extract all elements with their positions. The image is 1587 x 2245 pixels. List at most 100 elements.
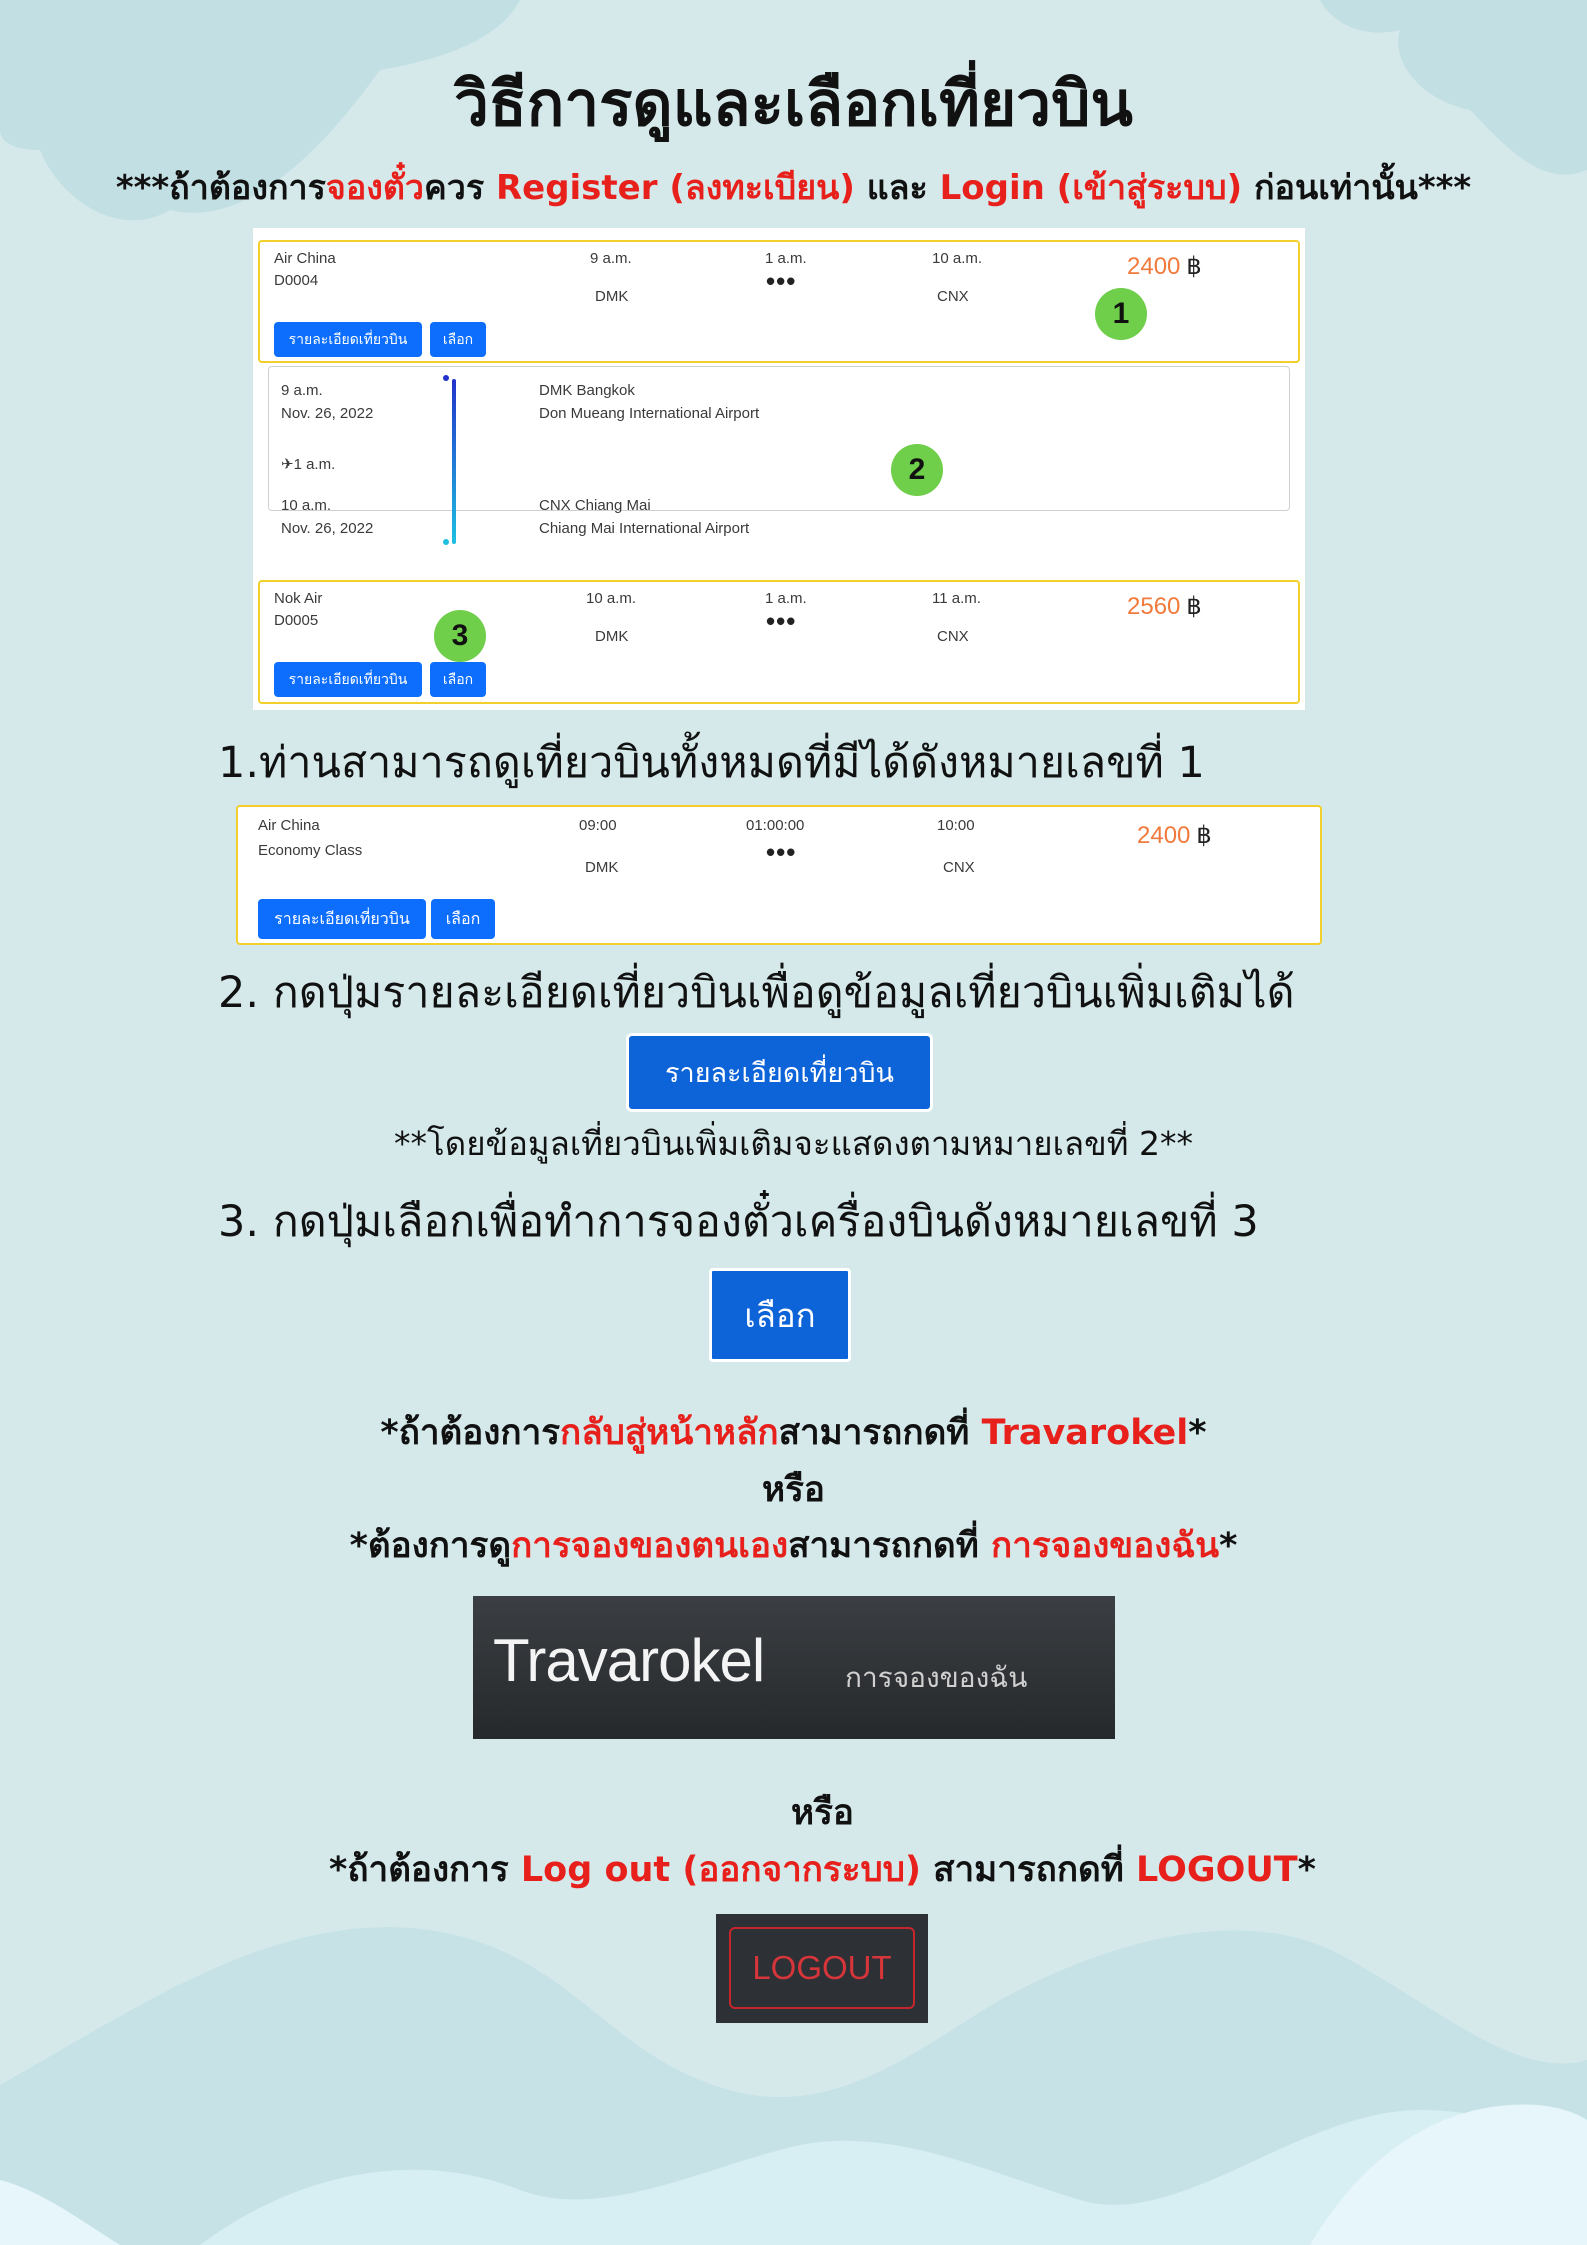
depart-airport: DMK	[595, 628, 629, 645]
arrive-time: 11 a.m.	[932, 590, 981, 607]
duration-dots-icon: •••	[766, 266, 797, 296]
instruction-text: *ถ้าต้องการ	[329, 1850, 521, 1890]
instruction-highlight: การจองของตนเอง	[511, 1526, 789, 1566]
price-value: 2560	[1127, 593, 1181, 620]
subtitle-text: ก่อนเท่านั้น***	[1242, 168, 1472, 208]
detail-arrive-airport-full: Chiang Mai International Airport	[539, 520, 750, 537]
airline-name: Nok Air	[274, 590, 323, 607]
logout-instruction: *ถ้าต้องการ Log out (ออกจากระบบ) สามารถก…	[0, 1842, 1587, 1897]
timeline-start-dot	[443, 375, 449, 381]
flight-duration: 1 a.m.	[765, 590, 807, 607]
number-badge: 2	[891, 444, 943, 496]
depart-time: 9 a.m.	[590, 250, 632, 267]
airline-name: Air China	[274, 250, 336, 267]
instruction-highlight: Log out (ออกจากระบบ)	[520, 1850, 921, 1890]
flight-duration: 1 a.m.	[765, 250, 807, 267]
instruction-highlight: การจองของฉัน	[991, 1526, 1220, 1566]
detail-depart-airport-full: Don Mueang International Airport	[539, 405, 760, 422]
page-title: วิธีการดูและเลือกเที่ยวบิน	[454, 67, 1133, 140]
subtitle-text: ควร	[424, 168, 496, 208]
my-bookings-link[interactable]: การจองของฉัน	[845, 1656, 1027, 1700]
flight-list-screenshot: Air China D0004 9 a.m. DMK 1 a.m. ••• 10…	[253, 228, 1305, 710]
flight-details-button-large[interactable]: รายละเอียดเที่ยวบิน	[626, 1033, 933, 1112]
navbar-screenshot: Travarokel การจองของฉัน	[473, 1596, 1115, 1739]
flight-card: Air China D0004 9 a.m. DMK 1 a.m. ••• 10…	[258, 240, 1300, 363]
baht-icon: ฿	[1196, 822, 1212, 849]
instruction-highlight: Travarokel	[981, 1413, 1189, 1453]
home-instruction: *ถ้าต้องการกลับสู่หน้าหลักสามารถกดที่ Tr…	[0, 1405, 1587, 1460]
instruction-text: *ต้องการดู	[349, 1526, 512, 1566]
or-text: หรือ	[762, 1470, 825, 1510]
step-2-text: 2. กดปุ่มรายละเอียดเที่ยวบินเพื่อดูข้อมู…	[218, 968, 1295, 1018]
detail-arrive-airport: CNX Chiang Mai	[539, 497, 651, 514]
flight-card: Nok Air D0005 10 a.m. DMK 1 a.m. ••• 11 …	[258, 580, 1300, 704]
logout-screenshot: LOGOUT	[716, 1914, 928, 2023]
timeline-line	[452, 379, 456, 544]
step-3-text: 3. กดปุ่มเลือกเพื่อทำการจองตั๋วเครื่องบิ…	[218, 1197, 1259, 1247]
step-1-text: 1.ท่านสามารถดูเที่ยวบินทั้งหมดที่มีได้ดั…	[218, 738, 1205, 788]
select-flight-button[interactable]: เลือก	[431, 899, 495, 939]
detail-duration-text: 1 a.m.	[293, 456, 336, 473]
flight-duration: 01:00:00	[746, 817, 805, 834]
airline-name: Air China	[258, 817, 320, 834]
detail-depart-time: 9 a.m.	[281, 382, 323, 399]
instruction-text: *	[1188, 1413, 1207, 1453]
depart-time: 09:00	[579, 817, 617, 834]
subtitle-text: และ	[854, 168, 940, 208]
flight-card-example: Air China Economy Class 09:00 DMK 01:00:…	[236, 805, 1322, 945]
logout-button[interactable]: LOGOUT	[729, 1927, 915, 2009]
instruction-highlight: กลับสู่หน้าหลัก	[560, 1413, 779, 1453]
arrive-airport: CNX	[937, 628, 969, 645]
detail-depart-airport: DMK Bangkok	[539, 382, 635, 399]
select-button-large[interactable]: เลือก	[709, 1268, 851, 1362]
instruction-highlight: LOGOUT	[1136, 1850, 1298, 1890]
arrive-time: 10:00	[937, 817, 975, 834]
duration-dots-icon: •••	[766, 606, 797, 636]
duration-dots-icon: •••	[766, 837, 797, 867]
or-text: หรือ	[791, 1793, 854, 1833]
instruction-text: สามารถกดที่	[788, 1526, 992, 1566]
subtitle-highlight-booking: จองตั๋ว	[325, 168, 425, 208]
flight-code: D0005	[274, 612, 319, 629]
detail-duration: ✈1 a.m.	[281, 455, 335, 473]
subtitle: ***ถ้าต้องการจองตั๋วควร Register (ลงทะเบ…	[0, 160, 1587, 214]
flight-details-button[interactable]: รายละเอียดเที่ยวบิน	[258, 899, 426, 939]
seat-class: Economy Class	[258, 842, 363, 859]
detail-arrive-date: Nov. 26, 2022	[281, 520, 374, 537]
depart-time: 10 a.m.	[586, 590, 637, 607]
flight-details-button[interactable]: รายละเอียดเที่ยวบิน	[274, 322, 422, 357]
select-flight-button[interactable]: เลือก	[430, 662, 486, 697]
depart-airport: DMK	[585, 859, 619, 876]
flight-price: 2400 ฿	[1127, 252, 1202, 281]
baht-icon: ฿	[1186, 253, 1202, 280]
instruction-text: สามารถกดที่	[778, 1413, 982, 1453]
flight-code: D0004	[274, 272, 319, 289]
instruction-text: สามารถกดที่	[920, 1850, 1137, 1890]
detail-depart-date: Nov. 26, 2022	[281, 405, 374, 422]
number-badge: 1	[1095, 288, 1147, 340]
brand-link[interactable]: Travarokel	[493, 1626, 765, 1695]
baht-icon: ฿	[1186, 593, 1202, 620]
booking-instruction: *ต้องการดูการจองของตนเองสามารถกดที่ การจ…	[0, 1518, 1587, 1573]
detail-arrive-time: 10 a.m.	[281, 497, 332, 514]
instruction-text: *	[1219, 1526, 1238, 1566]
arrive-time: 10 a.m.	[932, 250, 983, 267]
flight-price: 2400 ฿	[1137, 821, 1212, 850]
flight-detail-panel: 9 a.m. Nov. 26, 2022 ✈1 a.m. 10 a.m. Nov…	[268, 366, 1290, 545]
arrive-airport: CNX	[943, 859, 975, 876]
subtitle-text: ***ถ้าต้องการ	[115, 168, 326, 208]
details-note: **โดยข้อมูลเที่ยวบินเพิ่มเติมจะแสดงตามหม…	[394, 1124, 1193, 1163]
number-badge: 3	[434, 610, 486, 662]
plane-icon: ✈	[281, 456, 294, 473]
subtitle-highlight-login: Login (เข้าสู่ระบบ)	[939, 168, 1243, 208]
instruction-text: *ถ้าต้องการ	[380, 1413, 561, 1453]
arrive-airport: CNX	[937, 288, 969, 305]
price-value: 2400	[1137, 822, 1191, 849]
depart-airport: DMK	[595, 288, 629, 305]
flight-price: 2560 ฿	[1127, 592, 1202, 621]
timeline-end-dot	[443, 539, 449, 545]
flight-details-button[interactable]: รายละเอียดเที่ยวบิน	[274, 662, 422, 697]
select-flight-button[interactable]: เลือก	[430, 322, 486, 357]
price-value: 2400	[1127, 253, 1181, 280]
subtitle-highlight-register: Register (ลงทะเบียน)	[495, 168, 855, 208]
